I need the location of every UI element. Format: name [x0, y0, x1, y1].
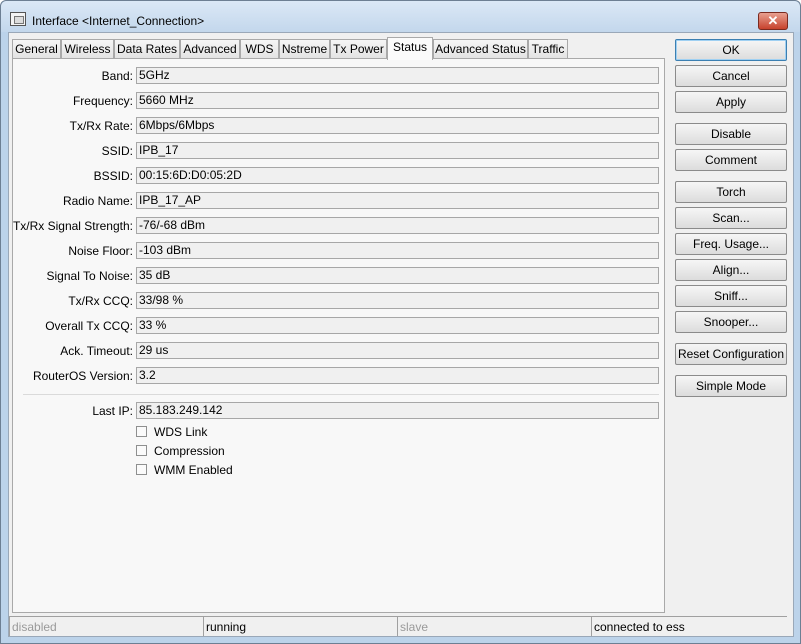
- status-bar: disabled running slave connected to ess: [9, 616, 793, 636]
- ssid-field[interactable]: IPB_17: [136, 142, 659, 159]
- last-ip-label: Last IP:: [92, 404, 133, 418]
- tab-wireless[interactable]: Wireless: [61, 39, 114, 59]
- signal-strength-field[interactable]: -76/-68 dBm: [136, 217, 659, 234]
- ssid-label: SSID:: [101, 144, 133, 158]
- routeros-version-label: RouterOS Version:: [32, 369, 133, 383]
- torch-button[interactable]: Torch: [675, 181, 787, 203]
- radio-name-label: Radio Name:: [62, 194, 133, 208]
- cancel-button[interactable]: Cancel: [675, 65, 787, 87]
- tx-rx-ccq-field[interactable]: 33/98 %: [136, 292, 659, 309]
- noise-floor-field[interactable]: -103 dBm: [136, 242, 659, 259]
- band-field[interactable]: 5GHz: [136, 67, 659, 84]
- wds-link-label: WDS Link: [154, 425, 208, 439]
- overall-tx-ccq-field[interactable]: 33 %: [136, 317, 659, 334]
- window-icon: [10, 12, 26, 26]
- wmm-enabled-checkbox[interactable]: [136, 464, 147, 475]
- radio-name-field[interactable]: IPB_17_AP: [136, 192, 659, 209]
- wds-link-checkbox[interactable]: [136, 426, 147, 437]
- tab-traffic[interactable]: Traffic: [528, 39, 568, 59]
- noise-floor-label: Noise Floor:: [68, 244, 133, 258]
- dialog-body: General Wireless Data Rates Advanced WDS…: [8, 32, 794, 637]
- tab-general[interactable]: General: [12, 39, 61, 59]
- bssid-label: BSSID:: [93, 169, 133, 183]
- compression-checkbox[interactable]: [136, 445, 147, 456]
- status-panel: Band: 5GHz Frequency: 5660 MHz Tx/Rx Rat…: [12, 58, 665, 613]
- frequency-field[interactable]: 5660 MHz: [136, 92, 659, 109]
- band-label: Band:: [101, 69, 133, 83]
- tab-advanced-status[interactable]: Advanced Status: [433, 39, 528, 59]
- interface-window: Interface <Internet_Connection> ✕ Genera…: [0, 0, 801, 644]
- ack-timeout-field[interactable]: 29 us: [136, 342, 659, 359]
- window-title: Interface <Internet_Connection>: [32, 14, 205, 28]
- ok-button[interactable]: OK: [675, 39, 787, 61]
- title-bar[interactable]: Interface <Internet_Connection> ✕: [1, 1, 800, 32]
- disable-button[interactable]: Disable: [675, 123, 787, 145]
- compression-label: Compression: [154, 444, 225, 458]
- sniff-button[interactable]: Sniff...: [675, 285, 787, 307]
- signal-strength-label: Tx/Rx Signal Strength:: [12, 219, 133, 233]
- last-ip-field[interactable]: 85.183.249.142: [136, 402, 659, 419]
- tab-advanced[interactable]: Advanced: [180, 39, 240, 59]
- align-button[interactable]: Align...: [675, 259, 787, 281]
- status-disabled: disabled: [9, 616, 203, 636]
- tx-rx-rate-field[interactable]: 6Mbps/6Mbps: [136, 117, 659, 134]
- signal-to-noise-field[interactable]: 35 dB: [136, 267, 659, 284]
- ack-timeout-label: Ack. Timeout:: [60, 344, 133, 358]
- apply-button[interactable]: Apply: [675, 91, 787, 113]
- wmm-enabled-label: WMM Enabled: [154, 463, 233, 477]
- bssid-field[interactable]: 00:15:6D:D0:05:2D: [136, 167, 659, 184]
- scan-button[interactable]: Scan...: [675, 207, 787, 229]
- freq-usage-button[interactable]: Freq. Usage...: [675, 233, 787, 255]
- snooper-button[interactable]: Snooper...: [675, 311, 787, 333]
- tab-tx-power[interactable]: Tx Power: [330, 39, 387, 59]
- status-slave: slave: [397, 616, 591, 636]
- signal-to-noise-label: Signal To Noise:: [46, 269, 134, 283]
- status-running: running: [203, 616, 397, 636]
- close-button[interactable]: ✕: [758, 12, 788, 30]
- tab-nstreme[interactable]: Nstreme: [279, 39, 330, 59]
- reset-configuration-button[interactable]: Reset Configuration: [675, 343, 787, 365]
- routeros-version-field[interactable]: 3.2: [136, 367, 659, 384]
- comment-button[interactable]: Comment: [675, 149, 787, 171]
- frequency-label: Frequency:: [72, 94, 133, 108]
- overall-tx-ccq-label: Overall Tx CCQ:: [45, 319, 133, 333]
- tx-rx-ccq-label: Tx/Rx CCQ:: [68, 294, 133, 308]
- tx-rx-rate-label: Tx/Rx Rate:: [69, 119, 133, 133]
- tab-data-rates[interactable]: Data Rates: [114, 39, 180, 59]
- tab-wds[interactable]: WDS: [240, 39, 279, 59]
- status-connection: connected to ess: [591, 616, 787, 636]
- section-divider: [23, 394, 659, 395]
- simple-mode-button[interactable]: Simple Mode: [675, 375, 787, 397]
- tab-status[interactable]: Status: [387, 37, 433, 60]
